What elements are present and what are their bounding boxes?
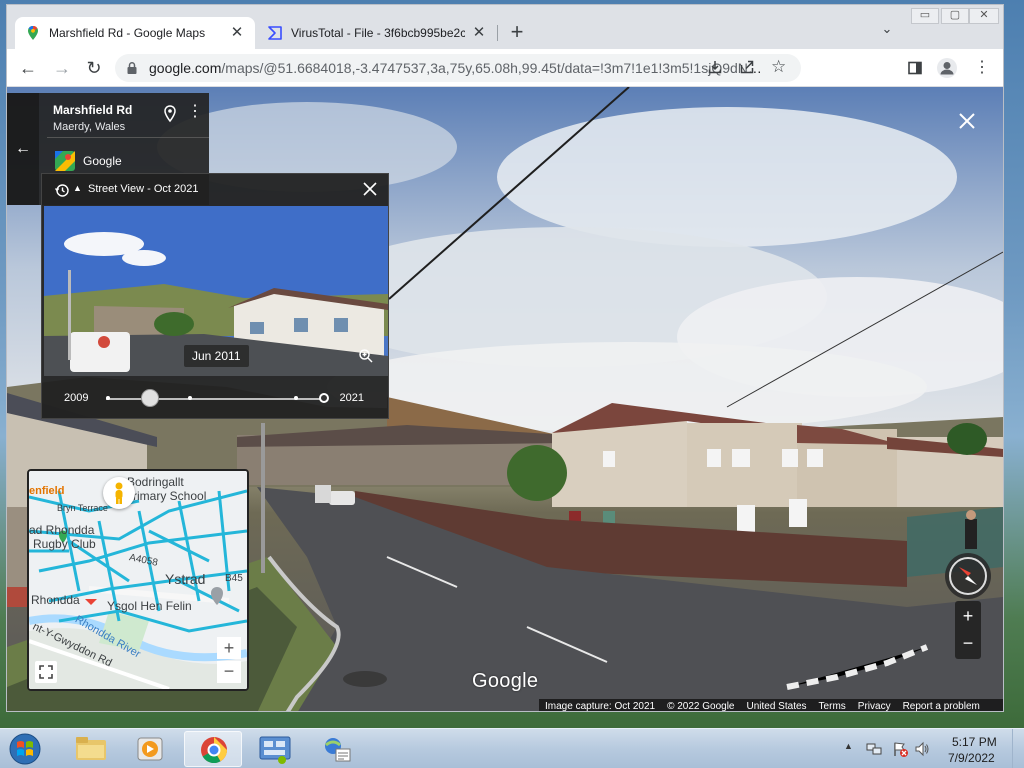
zoom-in-button[interactable]: +	[955, 603, 981, 629]
timeline-slider-handle[interactable]	[140, 389, 159, 407]
minimize-button[interactable]: ▭	[911, 8, 939, 24]
terms-link[interactable]: Terms	[813, 701, 852, 712]
map-label: B45	[225, 573, 243, 584]
street-view-panorama[interactable]: ← Marshfield Rd Maerdy, Wales ⋮ Google ▲…	[7, 87, 1003, 712]
timeline-tick[interactable]	[294, 396, 298, 400]
taskbar-file-explorer-icon[interactable]	[62, 731, 120, 767]
expand-map-icon[interactable]	[35, 661, 57, 683]
place-subtitle: Maerdy, Wales	[53, 121, 126, 133]
map-label: Bryn Terrace	[57, 503, 108, 513]
street-view-footer: Image capture: Oct 2021 © 2022 Google Un…	[7, 699, 1003, 712]
street-view-zoom-control: + −	[955, 601, 981, 659]
close-window-button[interactable]: ✕	[969, 8, 999, 24]
map-label: enfield	[29, 485, 65, 497]
map-label: Ysgol Hen Felin	[107, 599, 192, 613]
privacy-link[interactable]: Privacy	[852, 701, 897, 712]
history-clock-icon[interactable]	[54, 182, 70, 198]
virustotal-icon	[267, 25, 283, 41]
taskbar-media-player-icon[interactable]	[122, 731, 180, 767]
map-label: Rugby Club	[33, 537, 96, 551]
divider	[47, 137, 209, 138]
tab-title: Marshfield Rd - Google Maps	[49, 26, 206, 40]
browser-window: Marshfield Rd - Google Maps ✕ VirusTotal…	[6, 4, 1004, 712]
close-tab-icon[interactable]: ✕	[471, 25, 487, 41]
map-label: ad Rhondda	[29, 523, 95, 537]
forward-arrow-icon[interactable]: →	[49, 55, 75, 81]
report-problem-link[interactable]: Report a problem	[897, 701, 986, 712]
menu-kebab-icon[interactable]: ⋮	[969, 55, 995, 81]
action-center-flag-icon[interactable]	[892, 741, 908, 757]
taskbar-task-manager-icon[interactable]	[308, 731, 366, 767]
start-button[interactable]	[4, 730, 46, 768]
show-hidden-icons-icon[interactable]: ▲	[844, 741, 853, 751]
side-panel-icon[interactable]	[907, 60, 923, 76]
timeline-tick[interactable]	[188, 396, 192, 400]
map-label: Bodringallt	[127, 475, 184, 489]
url-path: /maps/@51.6684018,-3.4747537,3a,75y,65.0…	[221, 60, 769, 76]
provider-label: Google	[83, 154, 122, 168]
footer-bar: Image capture: Oct 2021 © 2022 Google Un…	[539, 699, 1003, 712]
map-label: Rhondda	[31, 593, 80, 607]
reload-icon[interactable]: ↻	[81, 55, 107, 81]
clock-time[interactable]: 5:17 PM	[952, 735, 997, 749]
back-arrow-icon[interactable]: ←	[15, 55, 41, 81]
bookmark-star-icon[interactable]: ☆	[771, 57, 786, 77]
map-label: rimary School	[133, 489, 207, 503]
timeline-end-year: 2021	[339, 392, 364, 404]
map-zoom-out-button[interactable]: −	[217, 661, 241, 683]
share-icon[interactable]	[739, 59, 755, 75]
back-arrow-icon[interactable]: ←	[7, 93, 39, 205]
caret-up-icon[interactable]: ▲	[73, 183, 82, 193]
taskbar-network-app-icon[interactable]	[246, 731, 304, 767]
tab-strip: Marshfield Rd - Google Maps ✕ VirusTotal…	[7, 5, 1003, 49]
maximize-button[interactable]: ▢	[941, 8, 969, 24]
image-capture-date: Image capture: Oct 2021	[545, 700, 656, 712]
network-tray-icon[interactable]	[866, 741, 882, 757]
thumbnail-date: Jun 2011	[184, 345, 249, 367]
zoom-magnifier-icon[interactable]	[358, 348, 374, 364]
close-street-view-icon[interactable]	[955, 109, 979, 133]
region-link[interactable]: United States	[741, 701, 813, 712]
clock-date[interactable]: 7/9/2022	[948, 751, 995, 765]
timeline-tick[interactable]	[106, 396, 110, 400]
url-domain: google.com	[149, 60, 222, 76]
tab-virustotal[interactable]: VirusTotal - File - 3f6bcb995be2c ✕	[257, 17, 498, 49]
location-pin-icon[interactable]	[163, 105, 177, 123]
lock-icon	[125, 61, 139, 75]
map-label: Ystrad	[165, 571, 206, 587]
timeline-current-marker[interactable]	[319, 393, 329, 403]
close-tab-icon[interactable]: ✕	[229, 25, 245, 41]
windows-taskbar: ▲ 5:17 PM 7/9/2022	[0, 728, 1024, 768]
timeline-track[interactable]	[106, 398, 324, 400]
profile-avatar-icon[interactable]	[937, 58, 957, 78]
tab-google-maps[interactable]: Marshfield Rd - Google Maps ✕	[15, 17, 255, 49]
google-maps-logo-icon	[55, 151, 75, 171]
chevron-down-icon[interactable]: ⌄	[875, 21, 899, 45]
google-watermark: Google	[472, 670, 539, 692]
browser-toolbar: ← → ↻ google.com/maps/@51.6684018,-3.474…	[7, 49, 1003, 87]
new-tab-button[interactable]: +	[503, 19, 531, 47]
place-name: Marshfield Rd	[53, 103, 133, 117]
install-app-icon[interactable]	[707, 59, 723, 75]
url-text[interactable]: google.com/maps/@51.6684018,-3.4747537,3…	[149, 60, 769, 76]
close-icon[interactable]	[360, 179, 380, 199]
show-desktop-button[interactable]	[1012, 729, 1024, 768]
copyright: © 2022 Google	[667, 700, 735, 712]
historical-imagery-thumbnail[interactable]: Jun 2011	[44, 206, 388, 376]
street-view-time-machine: ▲ Street View - Oct 2021 Jun 2011 2009 2…	[41, 173, 389, 419]
zoom-out-button[interactable]: −	[955, 631, 981, 657]
volume-icon[interactable]	[914, 741, 930, 757]
more-options-icon[interactable]: ⋮	[187, 103, 203, 121]
mini-map[interactable]: enfield Bodringallt rimary School Bryn T…	[27, 469, 249, 691]
address-bar[interactable]: google.com/maps/@51.6684018,-3.4747537,3…	[115, 54, 801, 82]
google-maps-icon	[25, 25, 41, 41]
taskbar-chrome-icon[interactable]	[184, 731, 242, 767]
tab-title: VirusTotal - File - 3f6bcb995be2c	[291, 26, 465, 40]
time-machine-header: ▲ Street View - Oct 2021	[42, 174, 388, 204]
map-zoom-in-button[interactable]: +	[217, 637, 241, 659]
timeline-start-year: 2009	[64, 392, 89, 404]
time-machine-title: Street View - Oct 2021	[88, 183, 199, 195]
compass-icon[interactable]	[945, 553, 991, 599]
pegman-icon[interactable]	[103, 477, 135, 509]
